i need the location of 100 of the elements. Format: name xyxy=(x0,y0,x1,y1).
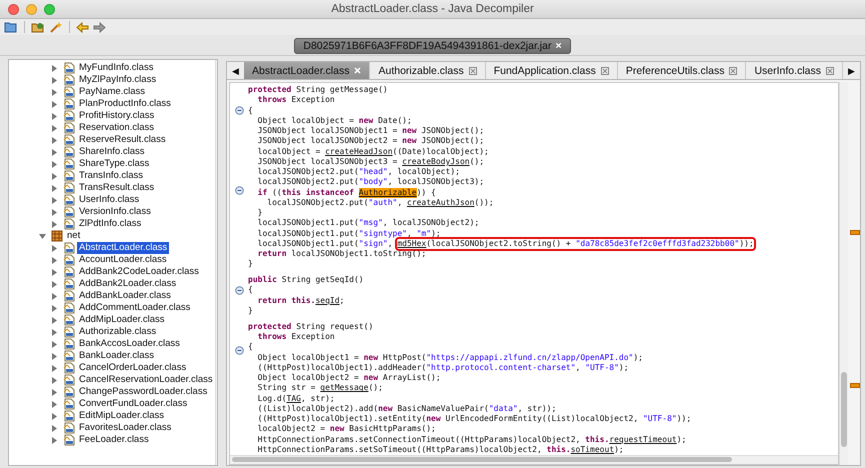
tree-item[interactable]: AccountLoader.class xyxy=(77,254,169,266)
tree-item[interactable]: AddBankLoader.class xyxy=(77,290,173,302)
collapsed-arrow-icon[interactable] xyxy=(51,280,58,288)
folder-globe-icon[interactable] xyxy=(31,21,45,33)
collapsed-arrow-icon[interactable] xyxy=(51,76,58,84)
tree-item[interactable]: Reservation.class xyxy=(77,122,156,134)
tree-item[interactable]: VersionInfo.class xyxy=(77,206,153,218)
tree-item[interactable]: MyFundInfo.class xyxy=(77,62,156,74)
tree-item[interactable]: UserInfo.class xyxy=(77,194,142,206)
collapsed-arrow-icon[interactable] xyxy=(51,220,58,228)
tree-item[interactable]: MyZlPayInfo.class xyxy=(77,74,158,86)
collapsed-arrow-icon[interactable] xyxy=(51,376,58,384)
tree-item[interactable]: FavoritesLoader.class xyxy=(77,422,174,434)
zoom-window-icon[interactable] xyxy=(44,4,55,14)
tree-item[interactable]: ReserveResult.class xyxy=(77,134,168,146)
close-icon[interactable] xyxy=(468,66,477,74)
close-icon[interactable] xyxy=(826,66,834,74)
tree-item[interactable]: ZlPdtInfo.class xyxy=(77,218,144,230)
scrollbar-thumb[interactable] xyxy=(232,457,732,462)
code-link[interactable]: TAG xyxy=(286,394,301,404)
collapsed-arrow-icon[interactable] xyxy=(51,64,58,72)
scrollbar-thumb[interactable] xyxy=(841,372,847,447)
collapsed-arrow-icon[interactable] xyxy=(51,436,58,444)
collapsed-arrow-icon[interactable] xyxy=(51,124,58,132)
expanded-arrow-icon[interactable] xyxy=(39,232,46,240)
tree-item[interactable]: AddBank2CodeLoader.class xyxy=(77,266,201,278)
code-link[interactable]: requestTimeout xyxy=(609,434,677,445)
collapsed-arrow-icon[interactable] xyxy=(51,340,58,348)
overview-marker[interactable] xyxy=(850,230,860,235)
tree-item[interactable]: CancelReservationLoader.class xyxy=(77,374,215,386)
collapsed-arrow-icon[interactable] xyxy=(51,256,58,264)
folder-icon[interactable] xyxy=(4,21,18,33)
collapsed-arrow-icon[interactable] xyxy=(51,196,58,204)
collapse-icon[interactable] xyxy=(234,286,244,294)
overview-marker[interactable] xyxy=(850,383,860,388)
tree-item[interactable]: BankAccosLoader.class xyxy=(77,338,182,350)
collapsed-arrow-icon[interactable] xyxy=(51,172,58,180)
tree-item[interactable]: AbstractLoader.class xyxy=(77,242,170,254)
code-link[interactable]: seqId xyxy=(315,296,340,306)
collapsed-arrow-icon[interactable] xyxy=(51,400,58,408)
collapse-icon[interactable] xyxy=(234,186,244,194)
collapse-icon[interactable] xyxy=(234,346,244,354)
tree-item[interactable]: ConvertFundLoader.class xyxy=(77,398,190,410)
collapsed-arrow-icon[interactable] xyxy=(51,184,58,192)
collapsed-arrow-icon[interactable] xyxy=(51,292,58,300)
code-keyword: new xyxy=(426,414,441,424)
tree-item[interactable]: TransResult.class xyxy=(77,182,156,194)
tree-item[interactable]: ProfitHistory.class xyxy=(77,110,156,122)
scroll-tabs-right-button[interactable]: ▶ xyxy=(843,62,860,79)
collapsed-arrow-icon[interactable] xyxy=(51,388,58,396)
collapsed-arrow-icon[interactable] xyxy=(51,88,58,96)
tree-item[interactable]: ChangePasswordLoader.class xyxy=(77,386,210,398)
back-arrow-icon[interactable] xyxy=(76,22,89,32)
code-text: UrlEncodedFormEntity((List)localObject2, xyxy=(444,414,640,424)
code-link[interactable]: createHeadJson xyxy=(325,146,393,157)
editor-tab[interactable]: AbstractLoader.class xyxy=(244,62,370,79)
collapsed-arrow-icon[interactable] xyxy=(51,100,58,108)
collapsed-arrow-icon[interactable] xyxy=(51,112,58,120)
tree-item[interactable]: AddBank2Loader.class xyxy=(77,278,178,290)
collapsed-arrow-icon[interactable] xyxy=(51,208,58,216)
tree-item[interactable]: BankLoader.class xyxy=(77,350,156,362)
close-icon[interactable] xyxy=(729,66,738,74)
collapsed-arrow-icon[interactable] xyxy=(51,244,58,252)
tree-item[interactable]: TransInfo.class xyxy=(77,170,146,182)
class-file-icon xyxy=(63,86,75,98)
file-tab[interactable]: D8025971B6F6A3FF8DF19A5494391861-dex2jar.jar × xyxy=(294,38,571,54)
tree-item[interactable]: Authorizable.class xyxy=(77,326,158,338)
collapsed-arrow-icon[interactable] xyxy=(51,148,58,156)
code-link[interactable]: createAuthJson xyxy=(406,198,474,208)
tree-item[interactable]: ShareType.class xyxy=(77,158,152,170)
close-icon[interactable] xyxy=(600,66,609,74)
collapsed-arrow-icon[interactable] xyxy=(51,304,58,312)
tree-item[interactable]: ShareInfo.class xyxy=(77,146,146,158)
collapsed-arrow-icon[interactable] xyxy=(51,136,58,144)
close-icon[interactable]: × xyxy=(555,40,562,52)
scroll-tabs-left-button[interactable]: ◀ xyxy=(227,62,244,79)
collapsed-arrow-icon[interactable] xyxy=(51,424,58,432)
tree-item[interactable]: AddCommentLoader.class xyxy=(77,302,192,314)
tree-item[interactable]: PayName.class xyxy=(77,86,147,98)
collapsed-arrow-icon[interactable] xyxy=(51,316,58,324)
wand-icon[interactable] xyxy=(49,21,63,33)
collapse-icon[interactable] xyxy=(234,106,244,114)
tree-item[interactable]: CancelOrderLoader.class xyxy=(77,362,188,374)
forward-arrow-icon[interactable] xyxy=(93,22,106,32)
collapsed-arrow-icon[interactable] xyxy=(51,328,58,336)
tree-item[interactable]: net xyxy=(65,230,82,242)
tree-item[interactable]: EditMipLoader.class xyxy=(77,410,166,422)
collapsed-arrow-icon[interactable] xyxy=(51,160,58,168)
tree-item[interactable]: PlanProductInfo.class xyxy=(77,98,173,110)
close-window-icon[interactable] xyxy=(8,4,19,14)
code-link[interactable]: createBodyJson xyxy=(402,156,470,167)
code-link[interactable]: getMessage xyxy=(320,383,368,394)
tree-item[interactable]: AddMipLoader.class xyxy=(77,314,167,326)
collapsed-arrow-icon[interactable] xyxy=(51,412,58,420)
collapsed-arrow-icon[interactable] xyxy=(51,364,58,372)
code-link[interactable]: md5Hex xyxy=(397,238,426,248)
tree-item[interactable]: FeeLoader.class xyxy=(77,434,151,446)
collapsed-arrow-icon[interactable] xyxy=(51,268,58,276)
code-link[interactable]: soTimeout xyxy=(570,444,614,455)
collapsed-arrow-icon[interactable] xyxy=(51,352,58,360)
